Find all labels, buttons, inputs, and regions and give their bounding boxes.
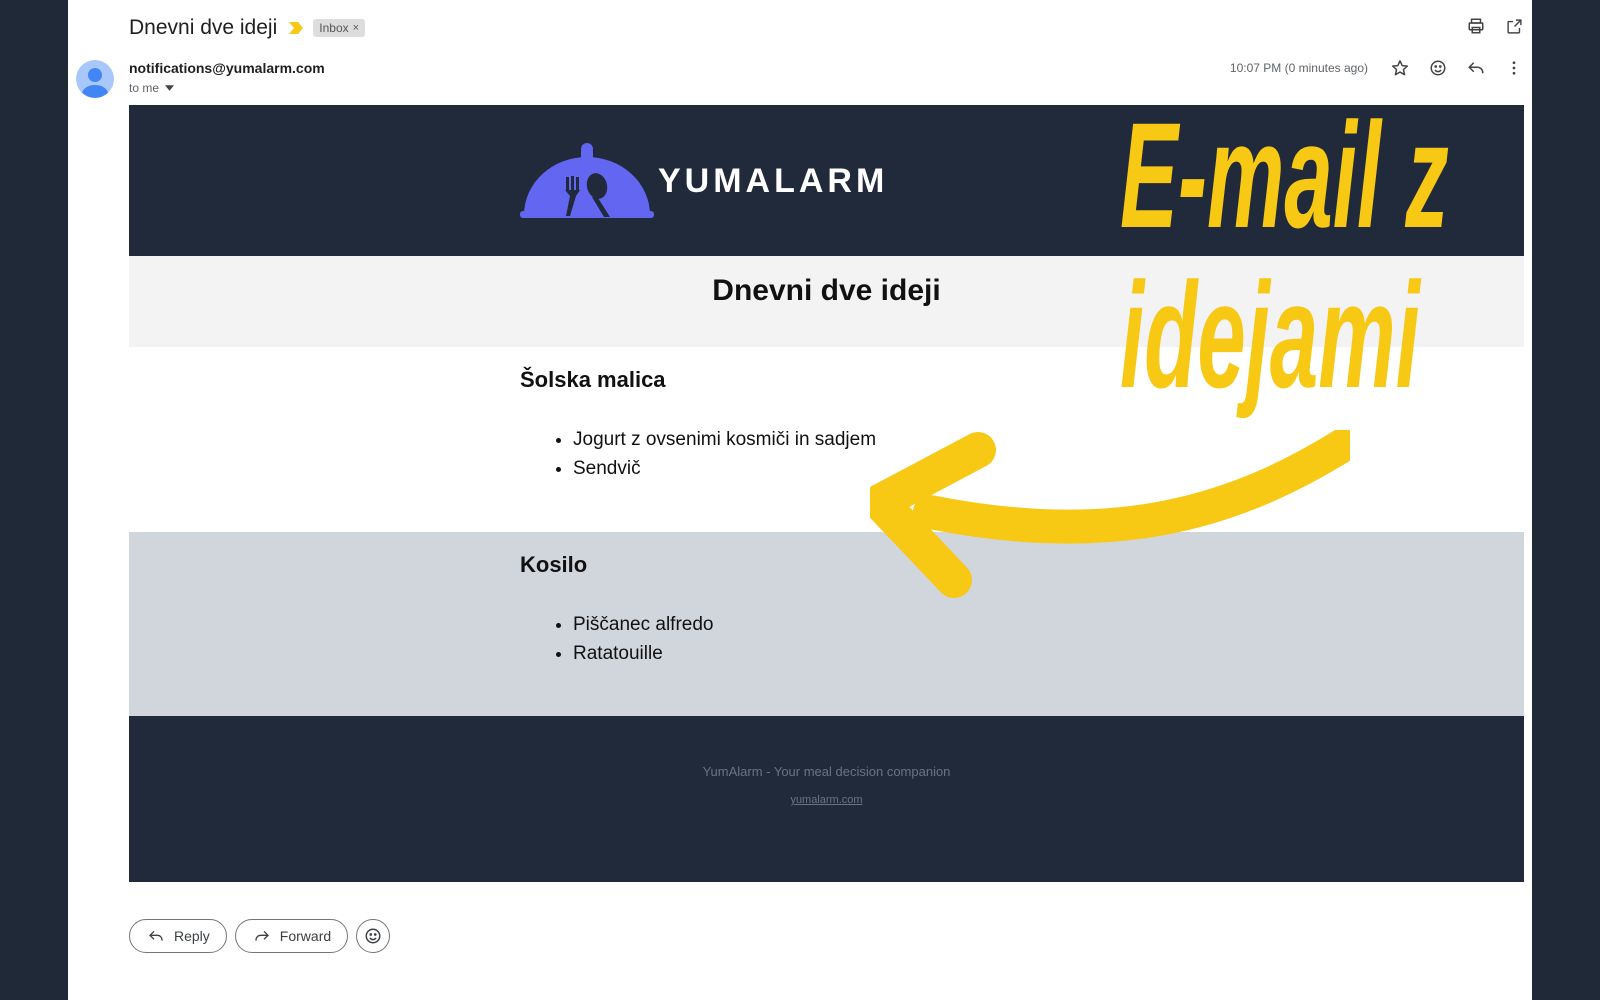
sender-avatar[interactable] bbox=[76, 60, 114, 98]
chevron-down-icon[interactable] bbox=[165, 85, 175, 91]
open-new-window-icon[interactable] bbox=[1504, 16, 1524, 36]
star-icon[interactable] bbox=[1390, 58, 1410, 78]
reply-button[interactable]: Reply bbox=[129, 919, 227, 953]
overlay-line-2: idejami bbox=[1120, 251, 1420, 419]
brand-name: YUMALARM bbox=[658, 161, 889, 200]
list-item: Ratatouille bbox=[573, 639, 713, 668]
reply-icon[interactable] bbox=[1466, 58, 1486, 78]
add-reaction-button[interactable] bbox=[356, 919, 391, 953]
reply-label: Reply bbox=[174, 928, 210, 944]
list-item: Sendvič bbox=[573, 454, 876, 483]
section-heading: Kosilo bbox=[520, 552, 588, 577]
important-marker-icon[interactable] bbox=[289, 22, 304, 34]
curved-arrow-icon bbox=[870, 430, 1350, 598]
recipient-details[interactable]: to me bbox=[129, 81, 175, 95]
more-vertical-icon[interactable] bbox=[1504, 58, 1524, 78]
brand-logo: YUMALARM bbox=[520, 141, 888, 221]
print-icon[interactable] bbox=[1466, 16, 1486, 36]
remove-label-icon[interactable]: × bbox=[353, 22, 359, 34]
cloche-logo-icon bbox=[520, 143, 654, 218]
reply-icon bbox=[149, 930, 163, 941]
email-footer: YumAlarm - Your meal decision companion … bbox=[129, 716, 1524, 882]
overlay-line-1: E-mail z bbox=[1120, 91, 1449, 259]
emoji-icon[interactable] bbox=[1428, 58, 1448, 78]
message-actions: Reply Forward bbox=[129, 919, 391, 953]
list-item: Jogurt z ovsenimi kosmiči in sadjem bbox=[573, 425, 876, 454]
list-item: Piščanec alfredo bbox=[573, 610, 713, 639]
forward-icon bbox=[255, 930, 269, 941]
footer-tagline: YumAlarm - Your meal decision companion bbox=[702, 764, 951, 779]
overlay-caption: E-mail z idejami bbox=[1120, 91, 1449, 419]
subject-row: Dnevni dve ideji Inbox × bbox=[129, 14, 366, 42]
forward-label: Forward bbox=[279, 928, 332, 944]
idea-list: Jogurt z ovsenimi kosmiči in sadjem Send… bbox=[520, 425, 876, 483]
to-me-label: to me bbox=[129, 81, 160, 95]
sender-email[interactable]: notifications@yumalarm.com bbox=[129, 60, 325, 76]
avatar-person-icon bbox=[82, 68, 108, 98]
message-meta: 10:07 PM (0 minutes ago) bbox=[1230, 58, 1524, 78]
footer-link[interactable]: yumalarm.com bbox=[790, 794, 862, 806]
inbox-label: Inbox bbox=[319, 21, 349, 35]
top-toolbar bbox=[1466, 16, 1524, 36]
idea-list: Piščanec alfredo Ratatouille bbox=[520, 610, 713, 668]
emoji-icon bbox=[365, 928, 381, 944]
timestamp: 10:07 PM (0 minutes ago) bbox=[1229, 61, 1368, 75]
inbox-label-chip[interactable]: Inbox × bbox=[313, 19, 366, 37]
section-heading: Šolska malica bbox=[520, 367, 666, 392]
forward-button[interactable]: Forward bbox=[234, 919, 349, 953]
email-subject: Dnevni dve ideji bbox=[129, 16, 278, 39]
